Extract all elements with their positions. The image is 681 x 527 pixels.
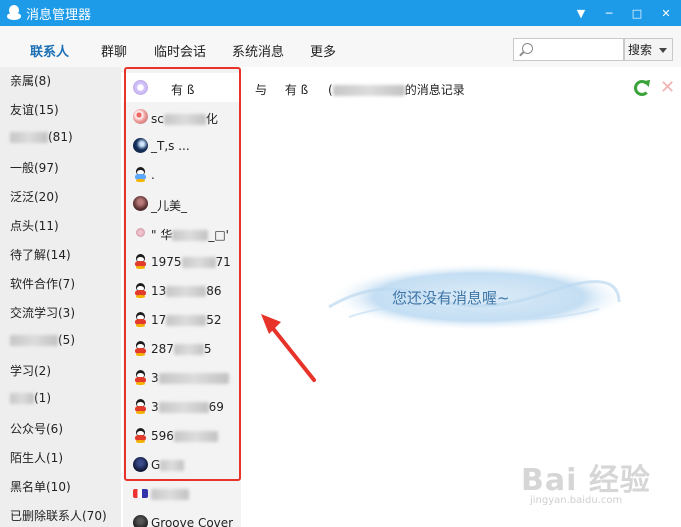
tab-group-chats[interactable]: 群聊	[101, 41, 127, 60]
group-item[interactable]: 待了解(14)	[10, 246, 71, 263]
title-bar: 消息管理器 ▼ ─ □ ✕	[0, 0, 681, 26]
red-arrow-annotation	[261, 314, 316, 382]
watermark: Bai 经验 jingyan.baidu.com	[493, 440, 673, 520]
group-item[interactable]: 点头(11)	[10, 217, 59, 234]
watermark-url: jingyan.baidu.com	[530, 495, 623, 506]
blurred-text	[166, 286, 207, 297]
night-avatar	[133, 138, 148, 153]
small-avatar	[136, 228, 145, 237]
qq-penguin-icon	[133, 254, 148, 269]
blurred-text	[158, 373, 229, 384]
contact-item[interactable]: 1975 71	[123, 247, 241, 276]
group-item[interactable]: 学习(2)	[10, 362, 51, 379]
qq-penguin-icon	[7, 5, 21, 21]
message-record-header: 与 有 ß (的消息记录	[255, 83, 465, 97]
blurred-text	[173, 431, 218, 442]
tab-temp-sessions[interactable]: 临时会话	[154, 41, 206, 60]
group-item[interactable]: (1)	[10, 391, 51, 405]
qq-penguin-icon	[133, 312, 148, 327]
group-item[interactable]: 已删除联系人(70)	[10, 507, 107, 524]
blurred-text	[332, 85, 405, 96]
contact-item[interactable]: _儿美_	[123, 189, 241, 218]
contact-item[interactable]: 596	[123, 421, 241, 450]
blurred-text	[172, 230, 209, 241]
contact-item[interactable]: .	[123, 160, 241, 189]
group-item[interactable]: 亲属(8)	[10, 72, 51, 89]
logo-avatar	[133, 489, 148, 498]
contact-list: 有 ß sc 化 _T,s ... . _儿美_ " 华 _□' 1975 71 13…	[123, 67, 241, 527]
contact-item[interactable]: 3	[123, 363, 241, 392]
contact-item[interactable]: 有 ß	[123, 73, 241, 102]
contact-item[interactable]: sc 化	[123, 102, 241, 131]
blurred-text	[173, 344, 204, 355]
qq-penguin-icon	[133, 370, 148, 385]
group-item[interactable]: (5)	[10, 333, 75, 347]
blurred-text	[163, 114, 206, 125]
blurred-text	[166, 315, 207, 326]
photo-avatar	[133, 196, 148, 211]
window-title: 消息管理器	[26, 7, 92, 23]
minimize-button[interactable]: ─	[595, 0, 623, 26]
flower-avatar	[133, 80, 148, 95]
contact-item[interactable]: 287 5	[123, 334, 241, 363]
group-item[interactable]: 友谊(15)	[10, 101, 59, 118]
contact-item[interactable]: Groove Cover	[123, 508, 241, 527]
chevron-down-icon[interactable]	[659, 48, 667, 53]
maximize-button[interactable]: □	[623, 0, 651, 26]
refresh-icon[interactable]	[634, 80, 650, 96]
blurred-text	[10, 393, 34, 404]
group-item[interactable]: 黑名单(10)	[10, 478, 71, 495]
group-item[interactable]: 陌生人(1)	[10, 449, 63, 466]
tab-more[interactable]: 更多	[310, 41, 336, 60]
contact-item[interactable]: _T,s ...	[123, 131, 241, 160]
dark-avatar	[133, 515, 148, 527]
qq-penguin-icon	[133, 399, 148, 414]
contact-item[interactable]: " 华 _□'	[123, 218, 241, 247]
tab-contacts[interactable]: 联系人	[30, 41, 69, 60]
qq-penguin-icon	[133, 283, 148, 298]
blurred-text	[181, 257, 216, 268]
blurred-text	[160, 460, 185, 471]
qq-penguin-icon	[133, 167, 148, 182]
blurred-text	[151, 489, 189, 500]
search-input[interactable]	[538, 41, 622, 58]
qq-penguin-icon	[133, 341, 148, 356]
blurred-text	[10, 335, 58, 346]
tab-system-messages[interactable]: 系统消息	[232, 41, 284, 60]
group-item[interactable]: 一般(97)	[10, 159, 59, 176]
contact-item[interactable]: G	[123, 450, 241, 479]
search-icon	[522, 43, 533, 54]
contact-item[interactable]: 13 86	[123, 276, 241, 305]
group-item[interactable]: (81)	[10, 130, 73, 144]
delete-icon[interactable]: ✕	[660, 79, 676, 97]
search-button-label: 搜索	[628, 43, 653, 57]
search-box[interactable]	[513, 38, 624, 61]
watermark-logo: Bai 经验	[521, 463, 651, 498]
blurred-text	[158, 402, 209, 413]
contact-item[interactable]: 17 52	[123, 305, 241, 334]
pattern-avatar	[133, 109, 148, 124]
search-button[interactable]: 搜索	[624, 38, 673, 61]
close-button[interactable]: ✕	[651, 0, 681, 26]
contact-item[interactable]: 3 69	[123, 392, 241, 421]
group-item[interactable]: 泛泛(20)	[10, 188, 59, 205]
menu-dropdown-button[interactable]: ▼	[567, 0, 595, 26]
empty-state-message: 您还没有消息喔~	[392, 289, 510, 307]
contact-item[interactable]	[123, 479, 241, 508]
group-item[interactable]: 软件合作(7)	[10, 275, 75, 292]
group-item[interactable]: 交流学习(3)	[10, 304, 75, 321]
group-item[interactable]: 公众号(6)	[10, 420, 63, 437]
blurred-text	[10, 132, 48, 143]
group-list: 亲属(8) 友谊(15) (81) 一般(97) 泛泛(20) 点头(11) 待…	[0, 67, 121, 527]
dark-avatar	[133, 457, 148, 472]
qq-penguin-icon	[133, 428, 148, 443]
